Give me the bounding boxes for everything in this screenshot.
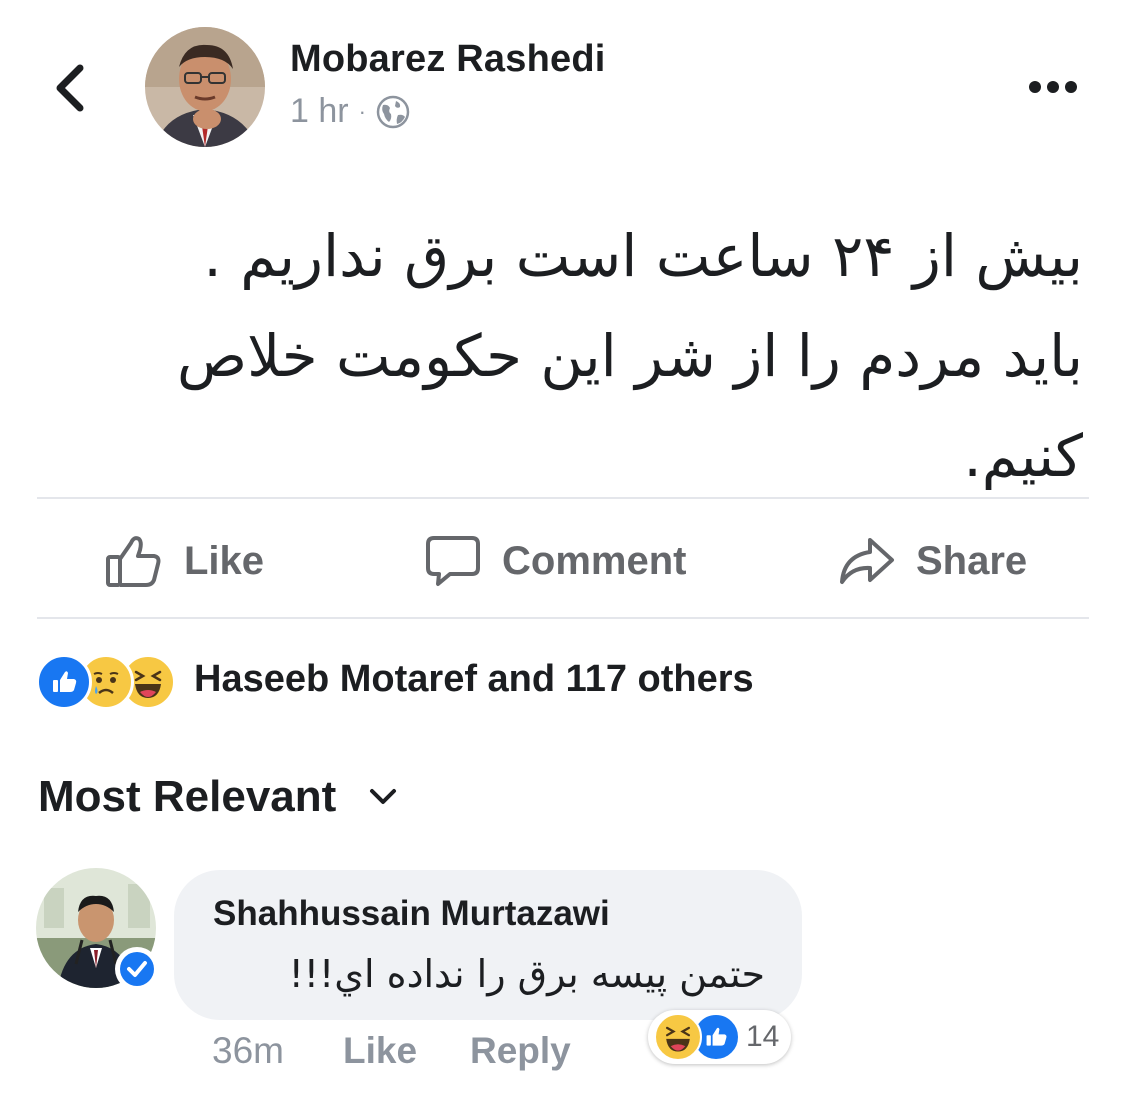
comment-sort-dropdown[interactable]: Most Relevant xyxy=(38,772,398,822)
author-avatar[interactable] xyxy=(145,27,265,147)
chevron-down-icon xyxy=(370,789,397,804)
like-icon xyxy=(36,654,92,710)
more-icon xyxy=(1029,81,1077,93)
comment-text: حتمن پیسه برق را نداده اي!!! xyxy=(288,952,765,996)
reactions-icons[interactable] xyxy=(36,654,176,710)
share-button[interactable]: Share xyxy=(838,528,1027,594)
comment-label: Comment xyxy=(502,538,687,583)
haha-icon xyxy=(654,1013,702,1061)
comment-reactions[interactable]: 14 xyxy=(648,1010,792,1064)
comment-reply-button[interactable]: Reply xyxy=(470,1030,571,1072)
divider xyxy=(37,617,1089,619)
comment-button[interactable]: Comment xyxy=(424,528,686,594)
divider xyxy=(37,497,1089,499)
share-icon xyxy=(840,538,894,584)
chevron-left-icon xyxy=(56,64,84,112)
comment-reaction-count: 14 xyxy=(746,1020,780,1053)
post-text-line: بیش از ۲۴ ساعت است برق نداریم . xyxy=(203,222,1083,290)
post-meta: 1 hr · xyxy=(290,92,410,131)
globe-icon xyxy=(376,95,410,128)
comment-like-button[interactable]: Like xyxy=(343,1030,417,1072)
post-text-line: باید مردم را از شر این حکومت خلاص xyxy=(177,322,1083,390)
more-options-button[interactable] xyxy=(1025,72,1081,102)
comment-icon xyxy=(426,536,480,586)
meta-separator: · xyxy=(358,98,366,124)
back-button[interactable] xyxy=(48,58,92,118)
comment-time: 36m xyxy=(212,1030,284,1071)
commenter-name[interactable]: Shahhussain Murtazawi xyxy=(213,894,610,934)
author-photo xyxy=(145,27,265,147)
post-text-line: کنیم. xyxy=(963,422,1083,490)
post-text: بیش از ۲۴ ساعت است برق نداریم . باید مرد… xyxy=(93,206,1083,506)
reactions-summary[interactable]: Haseeb Motaref and 117 others xyxy=(194,658,754,701)
thumbs-up-icon xyxy=(106,536,161,587)
author-name[interactable]: Mobarez Rashedi xyxy=(290,38,606,81)
sort-label: Most Relevant xyxy=(38,772,337,821)
verified-badge xyxy=(115,947,159,991)
like-label: Like xyxy=(184,538,265,583)
verified-icon xyxy=(120,952,154,986)
post-time[interactable]: 1 hr xyxy=(290,92,349,131)
share-label: Share xyxy=(916,538,1028,583)
like-button[interactable]: Like xyxy=(104,528,264,594)
